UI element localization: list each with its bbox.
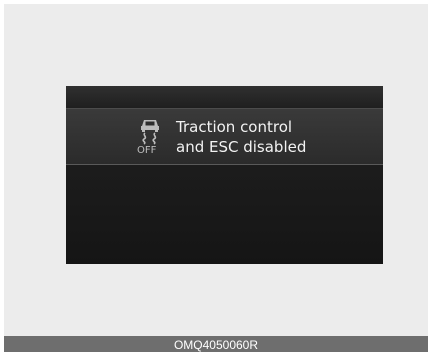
figure-code: OMQ4050060R: [173, 338, 259, 352]
off-label: OFF: [137, 145, 157, 156]
display-top-bar: [66, 86, 383, 108]
skidding-car-icon: [141, 120, 159, 145]
warning-message: Traction control and ESC disabled: [176, 117, 306, 157]
warning-message-line-1: Traction control: [176, 118, 293, 136]
display-divider-bottom: [66, 164, 383, 165]
instrument-cluster-display: OFF Traction control and ESC disabled: [66, 86, 383, 264]
traction-control-off-icon: OFF: [137, 117, 162, 157]
figure-frame: OFF Traction control and ESC disabled: [4, 4, 428, 336]
figure-caption-bar: OMQ4050060R: [4, 336, 428, 352]
warning-message-line-2: and ESC disabled: [176, 138, 307, 156]
